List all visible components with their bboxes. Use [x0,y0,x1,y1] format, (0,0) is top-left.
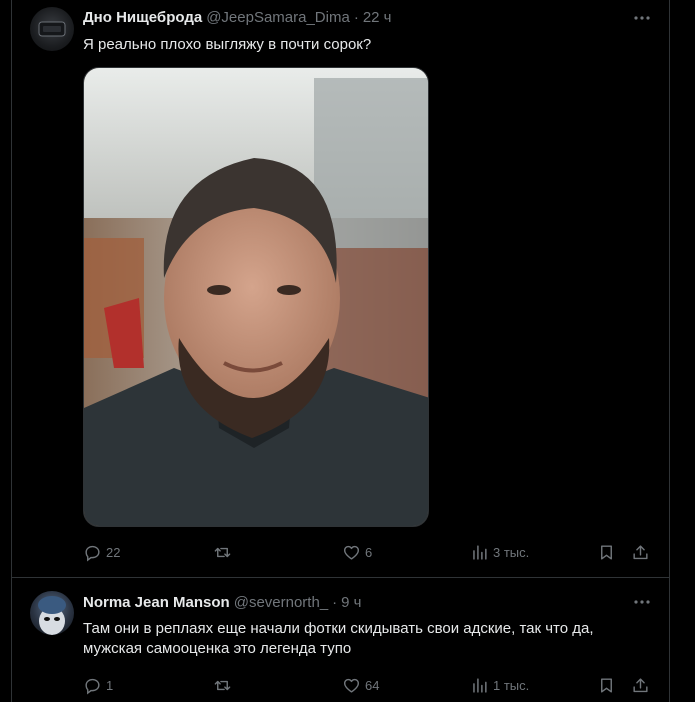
bookmark-icon [601,677,612,693]
author-name[interactable]: Дно Нищеброда [83,9,202,26]
author-handle[interactable]: @JeepSamara_Dima [206,9,350,26]
more-options-button[interactable] [632,8,652,28]
views-icon [473,677,487,693]
tweet-text: Я реально плохо выгляжу в почти сорок? [83,36,372,53]
reply-icon [85,678,100,694]
retweet-button[interactable] [213,673,236,697]
views-count: 1 тыс. [493,677,530,693]
avatar[interactable]: ​ [30,7,74,51]
tweet-time[interactable]: 9 ч [341,594,361,611]
more-horizontal-icon [634,600,650,604]
retweet-icon [214,680,231,690]
reply-icon [85,545,100,561]
like-button[interactable]: 64 [342,673,379,697]
author-name[interactable]: Norma Jean Manson [83,594,230,611]
tweet-text: Там они в реплаях еще начали фотки скиды… [83,620,594,657]
tweet[interactable]: ​ Дно Нищеброда @JeepSamara_Dima · 22 ч … [12,0,669,577]
share-icon [633,677,648,692]
retweet-button[interactable] [213,540,236,564]
share-button[interactable] [631,673,650,697]
tweet-actions: 22 6 3 тыс. [83,540,653,564]
tweet-photo[interactable] [83,67,429,527]
views-count: 3 тыс. [493,544,530,560]
tweet-actions: 1 64 1 тыс. [83,673,653,697]
share-button[interactable] [631,540,650,564]
tweet[interactable]: Norma Jean Manson @severnorth_ · 9 ч Там… [12,578,669,702]
separator-dot: · [353,9,359,26]
separator-dot: · [332,594,338,611]
author-handle[interactable]: @severnorth_ [234,594,328,611]
like-count: 64 [365,677,380,693]
views-button[interactable]: 3 тыс. [470,540,529,564]
reply-button[interactable]: 22 [83,540,120,564]
tweet-time[interactable]: 22 ч [363,9,392,26]
views-button[interactable]: 1 тыс. [470,673,529,697]
heart-icon [343,678,360,693]
tweet-header: Дно Нищеброда @JeepSamara_Dima · 22 ч [83,9,391,26]
tweet-header: Norma Jean Manson @severnorth_ · 9 ч [83,594,362,611]
more-horizontal-icon [634,16,650,20]
more-options-button[interactable] [632,592,652,612]
reply-count: 1 [106,677,114,693]
heart-icon [343,545,360,560]
avatar[interactable] [30,591,74,635]
reply-button[interactable]: 1 [83,673,113,697]
bookmark-button[interactable] [597,673,616,697]
share-icon [633,544,648,559]
retweet-icon [214,547,231,557]
bookmark-icon [601,544,612,560]
bookmark-button[interactable] [597,540,616,564]
views-icon [473,544,487,560]
like-button[interactable]: 6 [342,540,372,564]
timeline-right-border [669,0,670,702]
reply-count: 22 [106,544,121,560]
like-count: 6 [365,544,373,560]
